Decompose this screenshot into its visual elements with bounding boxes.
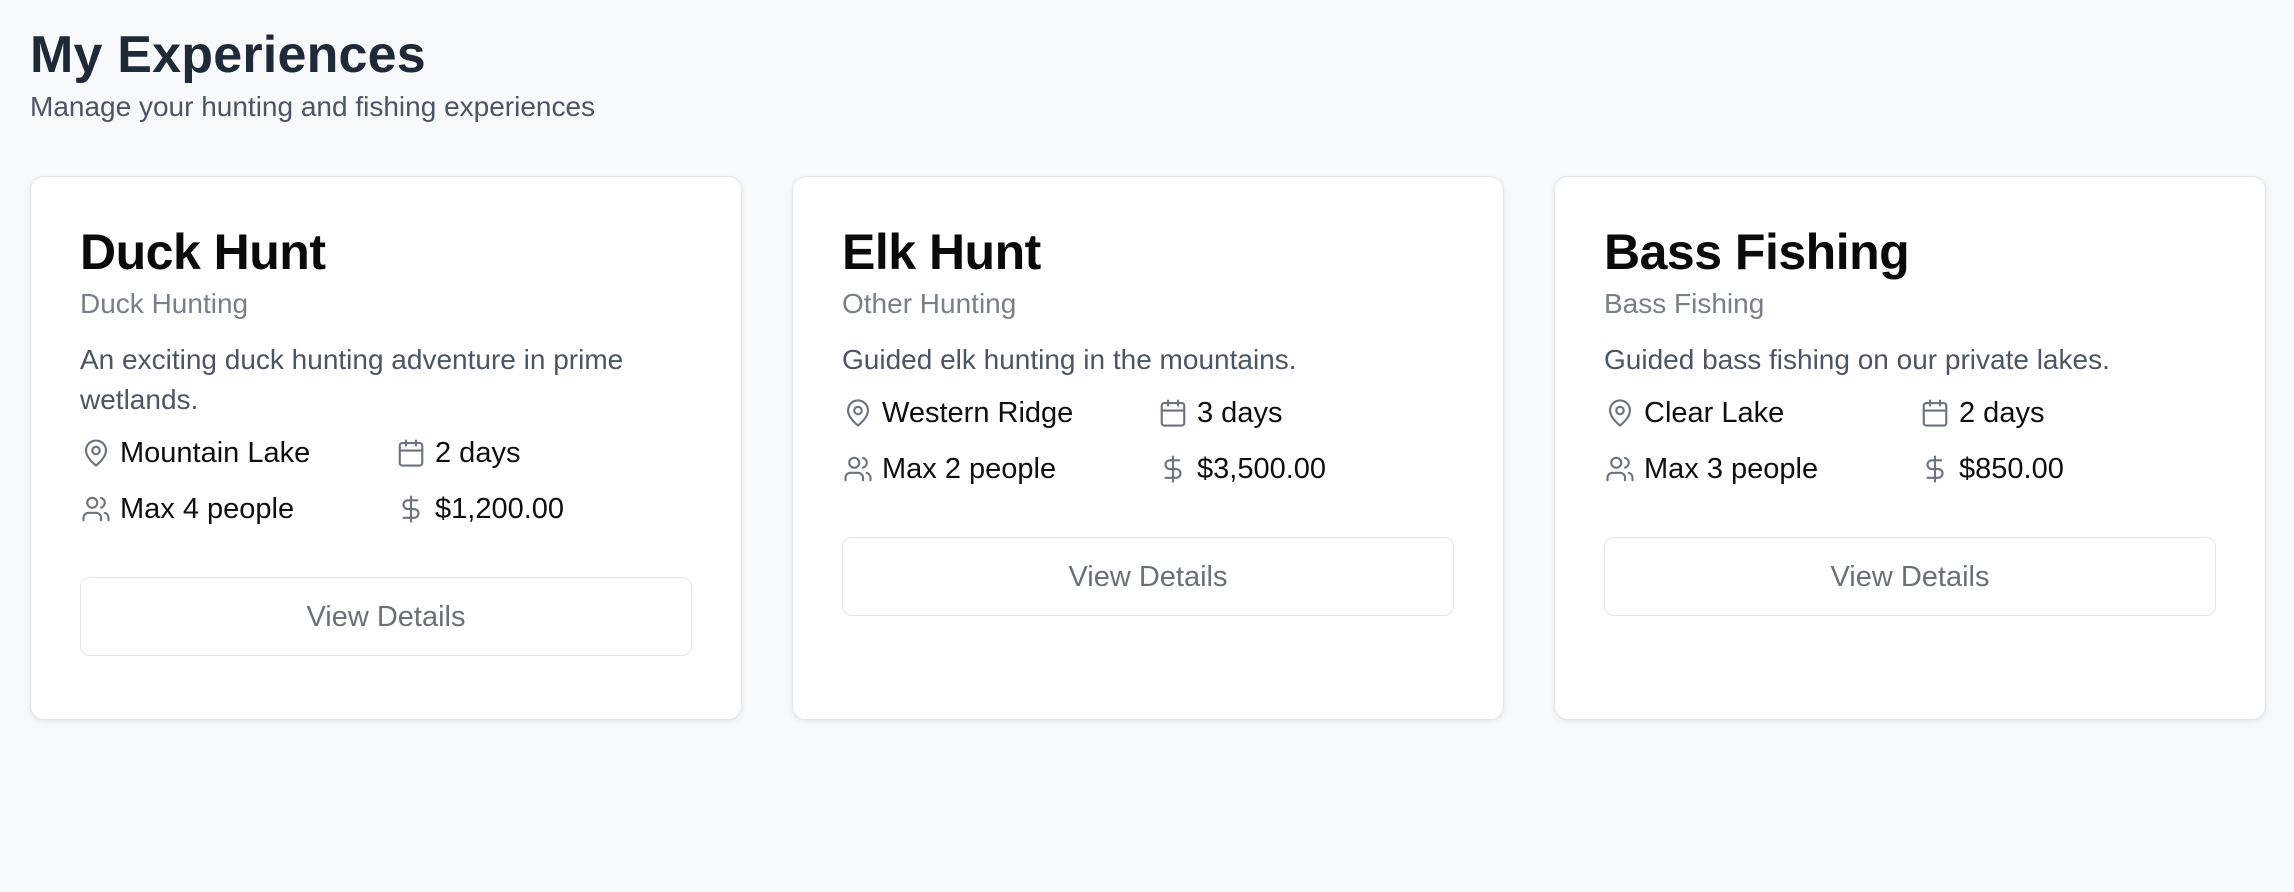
capacity-text: Max 3 people (1644, 453, 1819, 485)
card-meta: Clear Lake 2 days Max 3 people $850.00 (1604, 395, 2216, 487)
duration-text: 3 days (1197, 397, 1283, 429)
capacity-item: Max 4 people (80, 491, 395, 527)
location-text: Mountain Lake (120, 437, 311, 469)
card-category: Duck Hunting (80, 288, 249, 319)
card-meta: Western Ridge 3 days Max 2 people $3,500… (842, 395, 1454, 487)
view-details-button[interactable]: View Details (842, 537, 1454, 616)
experience-grid: Duck Hunt Duck Hunting An exciting duck … (30, 176, 2266, 720)
users-icon (80, 493, 112, 525)
location-text: Western Ridge (882, 397, 1074, 429)
duration-item: 3 days (1157, 395, 1457, 431)
card-title: Elk Hunt (842, 224, 1041, 280)
duration-text: 2 days (1959, 397, 2045, 429)
card-meta: Mountain Lake 2 days Max 4 people $1,200… (80, 435, 692, 527)
card-title: Duck Hunt (80, 224, 326, 280)
experience-card-bass-fishing: Bass Fishing Bass Fishing Guided bass fi… (1554, 176, 2266, 720)
duration-text: 2 days (435, 437, 521, 469)
calendar-icon (1919, 397, 1951, 429)
duration-item: 2 days (395, 435, 695, 471)
map-pin-icon (80, 437, 112, 469)
card-category: Bass Fishing (1604, 288, 1765, 319)
map-pin-icon (1604, 397, 1636, 429)
card-title: Bass Fishing (1604, 224, 1910, 280)
location-item: Western Ridge (842, 395, 1157, 431)
price-text: $3,500.00 (1197, 453, 1327, 485)
dollar-icon (395, 493, 427, 525)
price-item: $1,200.00 (395, 491, 695, 527)
dollar-icon (1157, 453, 1189, 485)
card-category: Other Hunting (842, 288, 1017, 319)
card-description: Guided elk hunting in the mountains. (842, 344, 1297, 375)
price-text: $1,200.00 (435, 493, 565, 525)
capacity-text: Max 4 people (120, 493, 295, 525)
capacity-item: Max 2 people (842, 451, 1157, 487)
view-details-button[interactable]: View Details (80, 577, 692, 656)
view-details-button[interactable]: View Details (1604, 537, 2216, 616)
location-item: Clear Lake (1604, 395, 1919, 431)
calendar-icon (1157, 397, 1189, 429)
calendar-icon (395, 437, 427, 469)
duration-item: 2 days (1919, 395, 2219, 431)
location-text: Clear Lake (1644, 397, 1785, 429)
experience-card-elk-hunt: Elk Hunt Other Hunting Guided elk huntin… (792, 176, 1504, 720)
experiences-page: My Experiences Manage your hunting and f… (0, 0, 2294, 892)
users-icon (1604, 453, 1636, 485)
card-description: An exciting duck hunting adventure in pr… (80, 344, 624, 415)
card-description: Guided bass fishing on our private lakes… (1604, 344, 2110, 375)
capacity-text: Max 2 people (882, 453, 1057, 485)
price-text: $850.00 (1959, 453, 2064, 485)
page-subtitle: Manage your hunting and fishing experien… (30, 91, 596, 122)
price-item: $850.00 (1919, 451, 2219, 487)
capacity-item: Max 3 people (1604, 451, 1919, 487)
map-pin-icon (842, 397, 874, 429)
page-title: My Experiences (30, 26, 426, 84)
price-item: $3,500.00 (1157, 451, 1457, 487)
location-item: Mountain Lake (80, 435, 395, 471)
users-icon (842, 453, 874, 485)
dollar-icon (1919, 453, 1951, 485)
experience-card-duck-hunt: Duck Hunt Duck Hunting An exciting duck … (30, 176, 742, 720)
